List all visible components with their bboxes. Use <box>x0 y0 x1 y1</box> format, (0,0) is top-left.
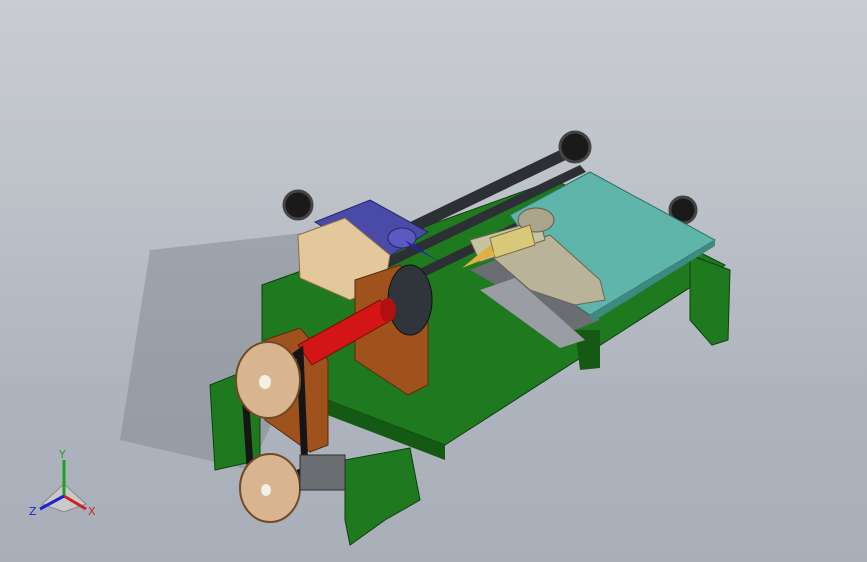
spindle-disc[interactable] <box>387 264 433 336</box>
lathe-assembly-model[interactable] <box>0 0 867 562</box>
triad-label-z: Z <box>29 505 37 518</box>
leg-front-right <box>344 447 421 546</box>
orientation-triad[interactable]: Y X Z <box>24 446 104 526</box>
triad-label-y: Y <box>58 448 66 461</box>
bearing-end-back[interactable] <box>558 130 592 164</box>
motor[interactable] <box>299 454 346 491</box>
upper-pulley-hub <box>259 375 271 389</box>
main-shaft-end <box>380 298 396 322</box>
bearing-end-left[interactable] <box>282 189 314 221</box>
triad-label-x: X <box>88 505 96 518</box>
leg-back-right <box>689 254 731 346</box>
lower-pulley-hub <box>261 484 271 496</box>
cad-viewport[interactable]: Y X Z <box>0 0 867 562</box>
